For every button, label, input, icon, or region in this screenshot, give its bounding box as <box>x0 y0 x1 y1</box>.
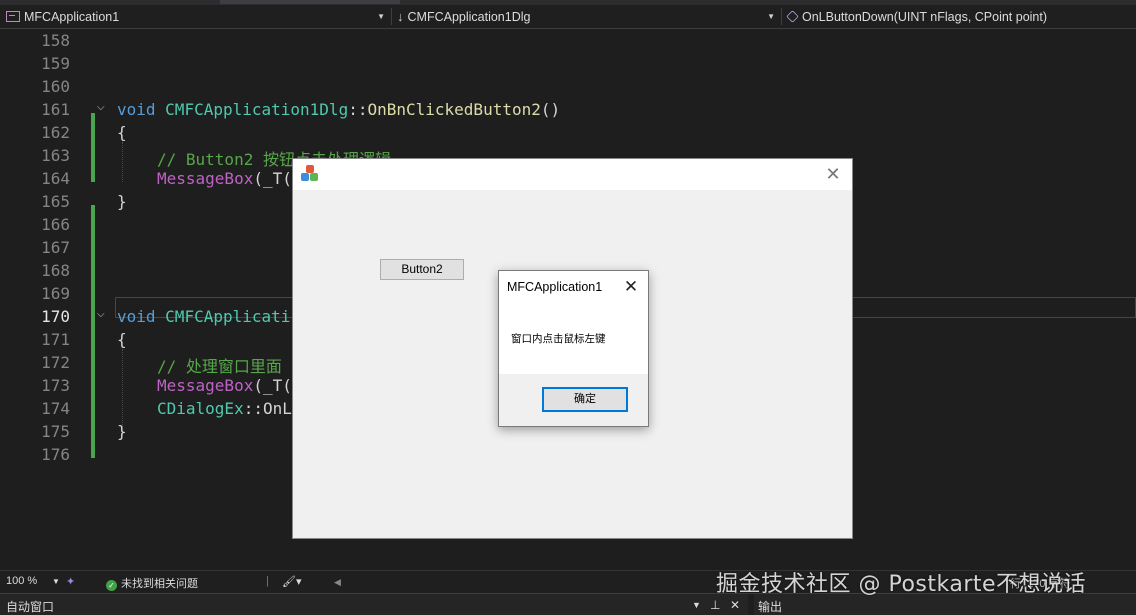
line-number: 172 <box>41 353 70 372</box>
code-text: } <box>117 422 127 441</box>
line-number: 164 <box>41 169 70 188</box>
project-name: MFCApplication1 <box>24 9 120 24</box>
arrow-down-icon: ↓ <box>397 9 404 24</box>
code-line[interactable]: 158 <box>0 29 1136 52</box>
issues-indicator[interactable]: ✓ 未找到相关问题 <box>106 575 198 591</box>
divider: | <box>266 575 269 587</box>
class-dropdown[interactable]: ↓ CMFCApplication1Dlg ▼ <box>397 5 781 28</box>
message-box[interactable]: MFCApplication1 ✕ 窗口内点击鼠标左键 确定 <box>498 270 649 427</box>
code-text: MessageBox(_T( <box>157 169 292 188</box>
intellicode-icon[interactable]: ✦ <box>66 575 75 588</box>
code-text: { <box>117 330 127 349</box>
code-text: CDialogEx::OnL <box>157 399 292 418</box>
code-text: void CMFCApplicati <box>117 307 290 326</box>
close-icon[interactable]: ✕ <box>818 161 848 187</box>
code-token: CMFCApplication1Dlg <box>165 100 349 119</box>
chevron-down-icon: ▼ <box>767 12 775 21</box>
line-number: 161 <box>41 100 70 119</box>
pin-icon[interactable]: ⊥ <box>710 598 720 612</box>
close-icon[interactable]: ✕ <box>620 276 642 298</box>
line-number: 169 <box>41 284 70 303</box>
code-token: (_T( <box>253 169 292 188</box>
code-token: () <box>540 100 561 119</box>
code-line[interactable]: 160 <box>0 75 1136 98</box>
line-number: 170 <box>41 307 70 326</box>
member-name: OnLButtonDown(UINT nFlags, CPoint point) <box>802 9 1048 24</box>
code-line[interactable]: 162 { <box>0 121 1136 144</box>
fold-chevron-icon[interactable]: ⌵ <box>97 309 105 320</box>
code-token: CMFCApplicati <box>165 307 291 326</box>
code-token: MessageBox <box>157 376 254 395</box>
message-box-content: MFCApplication1 ✕ 窗口内点击鼠标左键 <box>499 271 648 374</box>
message-text: 窗口内点击鼠标左键 <box>511 333 606 345</box>
code-token: { <box>117 123 127 142</box>
line-number: 175 <box>41 422 70 441</box>
check-circle-icon: ✓ <box>106 580 117 591</box>
chevron-down-icon: ▼ <box>377 12 385 21</box>
code-text: void CMFCApplication1Dlg::OnBnClickedBut… <box>117 100 560 119</box>
navigation-bar: MFCApplication1 ▼ ↓ CMFCApplication1Dlg … <box>0 5 1136 29</box>
message-box-title: MFCApplication1 <box>507 280 603 294</box>
project-icon <box>6 11 20 22</box>
class-name: CMFCApplication1Dlg <box>407 9 531 24</box>
watermark-text: 掘金技术社区 @ Postkarte不想说话 <box>716 572 1087 597</box>
code-text: { <box>117 123 127 142</box>
code-token: void <box>117 100 156 119</box>
button2[interactable]: Button2 <box>380 259 464 280</box>
chevron-down-icon[interactable]: ▼ <box>692 600 701 610</box>
code-text: } <box>117 192 127 211</box>
issues-text: 未找到相关问题 <box>121 578 198 590</box>
code-token: (_T( <box>253 376 292 395</box>
cleanup-icon[interactable]: 🖌▾ <box>282 575 302 588</box>
line-number: 168 <box>41 261 70 280</box>
line-number: 165 <box>41 192 70 211</box>
code-token: void <box>117 307 156 326</box>
scroll-left-icon[interactable]: ◀ <box>334 577 341 588</box>
line-number: 171 <box>41 330 70 349</box>
code-line[interactable]: 161 ⌵ void CMFCApplication1Dlg::OnBnClicke… <box>0 98 1136 121</box>
code-token: :: <box>348 100 368 119</box>
line-number: 173 <box>41 376 70 395</box>
line-number: 174 <box>41 399 70 418</box>
line-number: 163 <box>41 146 70 165</box>
line-number: 160 <box>41 77 70 96</box>
autos-panel-title[interactable]: 自动窗口 <box>6 598 54 615</box>
project-dropdown[interactable]: MFCApplication1 ▼ <box>6 5 391 28</box>
line-number: 166 <box>41 215 70 234</box>
divider <box>781 8 782 25</box>
code-token: { <box>117 330 127 349</box>
divider <box>391 8 392 25</box>
tab-hint <box>220 0 400 4</box>
line-number: 158 <box>41 31 70 50</box>
code-token: MessageBox <box>157 169 254 188</box>
app-dialog-titlebar[interactable]: ✕ <box>293 159 852 190</box>
code-token: OnBnClickedButton2 <box>367 100 541 119</box>
chevron-down-icon[interactable]: ▼ <box>52 577 60 586</box>
ok-button[interactable]: 确定 <box>542 387 628 412</box>
line-number: 167 <box>41 238 70 257</box>
code-token: CDialogEx <box>157 399 244 418</box>
code-token: } <box>117 192 127 211</box>
close-icon[interactable]: ✕ <box>730 598 740 612</box>
output-panel-title[interactable]: 输出 <box>758 598 782 615</box>
line-number: 159 <box>41 54 70 73</box>
fold-chevron-icon[interactable]: ⌵ <box>97 102 105 113</box>
cube-icon <box>786 10 799 23</box>
code-text: MessageBox(_T( <box>157 376 292 395</box>
line-number: 176 <box>41 445 70 464</box>
code-token: ::OnL <box>243 399 292 418</box>
member-dropdown[interactable]: OnLButtonDown(UINT nFlags, CPoint point) <box>786 5 1132 28</box>
code-line[interactable]: 159 <box>0 52 1136 75</box>
line-number: 162 <box>41 123 70 142</box>
zoom-level[interactable]: 100 % <box>6 575 37 587</box>
mfc-app-icon <box>301 165 319 183</box>
code-token: } <box>117 422 127 441</box>
